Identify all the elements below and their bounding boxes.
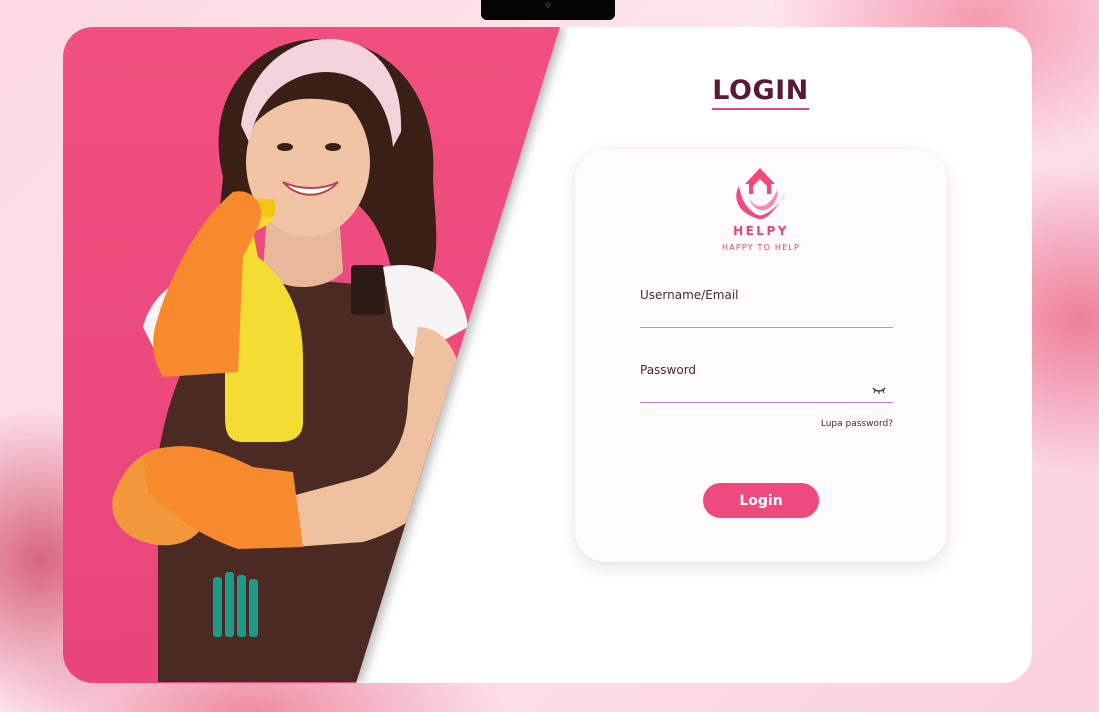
username-underline (640, 327, 893, 328)
page-title: LOGIN (712, 75, 809, 110)
username-input[interactable] (640, 304, 893, 326)
device-notch (481, 0, 615, 20)
password-input[interactable] (640, 379, 868, 401)
username-label: Username/Email (640, 288, 739, 302)
eye-closed-icon[interactable] (872, 385, 886, 395)
login-button[interactable]: Login (703, 483, 819, 518)
forgot-password-link[interactable]: Lupa password? (821, 419, 893, 429)
password-underline (640, 402, 893, 403)
login-form-panel: HELPY HAPPY TO HELP Username/Email Passw… (575, 149, 947, 562)
brand-tagline: HAPPY TO HELP (721, 243, 801, 252)
login-card: LOGIN HELPY HAPPY TO HELP Username/Email… (63, 27, 1032, 683)
page-title-wrap: LOGIN (673, 75, 848, 110)
camera-dot (545, 2, 551, 8)
password-label: Password (640, 363, 697, 377)
brand-name: HELPY (733, 224, 789, 238)
helpy-logo-icon (736, 168, 785, 220)
